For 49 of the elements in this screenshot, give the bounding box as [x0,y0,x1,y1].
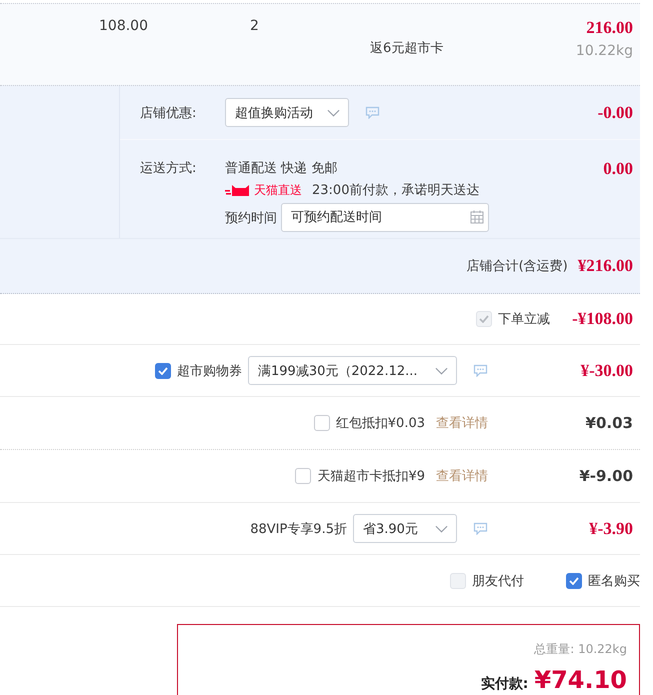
comment-icon[interactable] [473,522,488,535]
appointment-label: 预约时间 [225,210,277,226]
chevron-down-icon [327,108,340,116]
calendar-icon[interactable] [470,210,484,224]
checkmark-icon [479,315,489,323]
option-select[interactable]: 省3.90元 [353,514,457,543]
unit-price: 108.00 [99,18,149,34]
cat-head-icon [225,184,251,196]
comment-icon[interactable] [473,364,488,377]
discount-label: 下单立减 [498,311,550,328]
field-label: 运送方式: [140,160,198,177]
total-weight: 总重量: 10.22kg [534,641,627,658]
shipping-method: 普通配送 快递 免邮 [225,160,338,177]
checkbox[interactable] [155,362,171,378]
quantity-text: 2 [250,18,260,34]
discount-amount: ¥-3.90 [589,518,633,538]
option-label: 朋友代付 [472,572,524,590]
discount-amount: ¥-9.00 [579,467,633,485]
field-label: 店铺优惠: [140,104,198,122]
promo-text: 返6元超市卡 [370,40,444,57]
checkbox[interactable] [314,415,330,431]
pay-label: 实付款: [480,675,528,693]
discount-label: 天猫超市卡抵扣¥9 [317,468,425,485]
discount-amount: -0.00 [598,102,633,122]
pay-amount: ¥74.10 [534,666,627,694]
checkmark-icon [569,576,579,584]
subtotal-price: 216.00 [586,18,633,38]
discount-label: 红包抵扣¥0.03 [336,415,425,432]
checkmark-icon [158,366,168,374]
option-select[interactable]: 满199减30元（2022.12... [248,356,457,385]
delivery-promise: 23:00前付款，承诺明天送达 [312,182,480,199]
comment-icon[interactable] [365,106,380,119]
chevron-down-icon [435,524,448,532]
checkbox[interactable] [566,572,582,588]
delivery-badge-text: 天猫直送 [254,182,302,198]
discount-amount: -¥108.00 [572,309,633,328]
weight-text: 10.22kg [576,43,633,59]
promotion-select[interactable]: 超值换购活动 [225,98,349,127]
store-total-amount: ¥216.00 [578,256,633,276]
chevron-down-icon [435,366,448,374]
discount-amount: ¥-30.00 [580,360,633,380]
shipping-fee: 0.00 [603,159,633,179]
delivery-time-field[interactable]: 可预约配送时间 [281,203,489,232]
discount-amount: ¥0.03 [586,414,633,432]
discount-label: 88VIP专享9.5折 [250,520,347,538]
discount-label: 超市购物券 [177,362,242,380]
checkbox[interactable] [295,468,312,484]
store-total-label: 店铺合计(含运费) [466,258,568,275]
option-label: 匿名购买 [588,572,640,590]
